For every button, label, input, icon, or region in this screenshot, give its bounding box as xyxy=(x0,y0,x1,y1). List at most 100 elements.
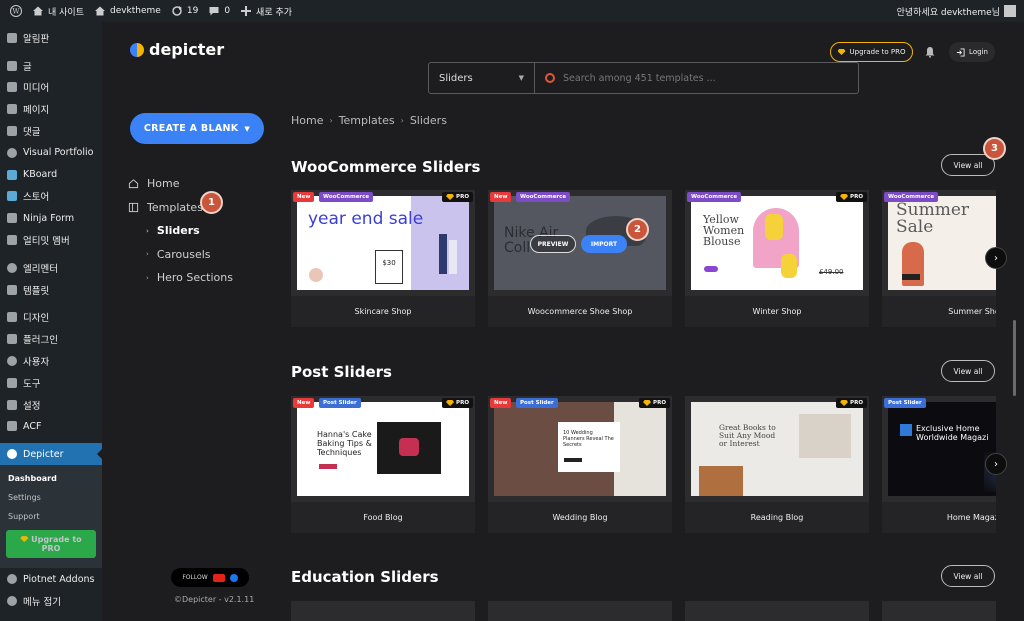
menu-store[interactable]: 스토어 xyxy=(0,186,102,208)
depicter-logo-icon xyxy=(130,42,144,57)
pro-badge: PRO xyxy=(836,192,867,202)
house-icon xyxy=(94,6,105,16)
template-card-hovered[interactable]: Nike Air Coll New WooCommerce PREVIEW IM… xyxy=(488,190,672,327)
template-card[interactable]: Great Books to Suit Any Mood or Interest… xyxy=(685,396,869,533)
follow-bar: FOLLOW xyxy=(171,568,249,587)
depicter-app: depicter Upgrade to PRO Login Sliders ▼ … xyxy=(102,22,1024,621)
category-badge: WooCommerce xyxy=(319,192,374,202)
login-button[interactable]: Login xyxy=(949,42,995,62)
education-row xyxy=(291,601,996,621)
category-badge: Post Slider xyxy=(884,398,926,408)
breadcrumb-sliders: Sliders xyxy=(409,114,447,127)
template-card[interactable] xyxy=(291,601,475,621)
view-all-education-button[interactable]: View all xyxy=(941,565,995,587)
next-arrow-button[interactable]: › xyxy=(985,247,1007,269)
page-scrollbar[interactable] xyxy=(1013,320,1016,396)
template-card[interactable]: year end sale $30 New WooCommerce PRO Sk… xyxy=(291,190,475,327)
settings-icon xyxy=(7,399,17,410)
menu-templates[interactable]: 템플릿 xyxy=(0,279,102,301)
theme-link[interactable]: devktheme xyxy=(94,5,161,17)
wordpress-logo-icon[interactable]: W xyxy=(10,5,22,17)
breadcrumb-home[interactable]: Home xyxy=(291,114,323,127)
submenu-dashboard[interactable]: Dashboard xyxy=(0,469,102,488)
chevron-right-icon: › xyxy=(329,116,333,125)
import-button[interactable]: IMPORT xyxy=(581,235,627,253)
template-card[interactable] xyxy=(488,601,672,621)
chevron-right-icon: › xyxy=(994,252,998,264)
section-title-post: Post Sliders xyxy=(291,363,392,381)
template-name: Summer Sho xyxy=(882,296,996,327)
breadcrumb: Home › Templates › Sliders xyxy=(291,114,447,127)
slide-headline: Yellow Women Blouse xyxy=(703,213,745,248)
menu-acf[interactable]: ACF xyxy=(0,416,102,438)
menu-comments[interactable]: 댓글 xyxy=(0,120,102,142)
gem-icon xyxy=(643,400,652,406)
menu-piotnet-addons[interactable]: Piotnet Addons xyxy=(0,568,102,590)
category-badge: Post Slider xyxy=(516,398,558,408)
new-content-link[interactable]: 새로 추가 xyxy=(240,5,292,18)
menu-pages[interactable]: 페이지 xyxy=(0,98,102,120)
site-name: 내 사이트 xyxy=(48,7,84,18)
template-card[interactable] xyxy=(882,601,996,621)
sidebar-upgrade-button[interactable]: Upgrade to PRO xyxy=(6,530,96,559)
bell-icon[interactable] xyxy=(924,46,936,58)
nav-carousels[interactable]: › Carousels xyxy=(128,243,233,267)
nav-sliders[interactable]: › Sliders xyxy=(128,219,233,243)
preview-button[interactable]: PREVIEW xyxy=(530,235,576,253)
template-thumbnail: Nike Air Coll xyxy=(494,196,666,290)
submenu-support[interactable]: Support xyxy=(0,507,102,526)
pin-icon xyxy=(7,60,17,71)
menu-appearance[interactable]: 디자인 xyxy=(0,307,102,329)
my-account[interactable]: 안녕하세요 devktheme님 xyxy=(897,5,1016,18)
refresh-icon xyxy=(172,6,182,16)
youtube-icon[interactable] xyxy=(212,573,225,582)
breadcrumb-templates[interactable]: Templates xyxy=(339,114,395,127)
menu-media[interactable]: 미디어 xyxy=(0,77,102,99)
template-card[interactable]: Summer Sale WooCommerce Summer Sho xyxy=(882,190,996,327)
search-input[interactable]: Search among 451 templates ... xyxy=(535,73,858,84)
submenu-settings[interactable]: Settings xyxy=(0,488,102,507)
menu-settings[interactable]: 설정 xyxy=(0,394,102,416)
template-card[interactable]: Yellow Women Blouse £49.00 WooCommerce P… xyxy=(685,190,869,327)
template-card[interactable]: Hanna's Cake Baking Tips & Techniques Ne… xyxy=(291,396,475,533)
menu-tools[interactable]: 도구 xyxy=(0,372,102,394)
category-select[interactable]: Sliders ▼ xyxy=(429,63,535,93)
nav-hero-sections[interactable]: › Hero Sections xyxy=(128,266,233,290)
menu-ultimate-member[interactable]: 얼티밋 멤버 xyxy=(0,229,102,251)
menu-users[interactable]: 사용자 xyxy=(0,350,102,372)
next-arrow-button[interactable]: › xyxy=(985,453,1007,475)
comment-icon xyxy=(7,126,17,137)
dashboard-icon xyxy=(7,32,17,43)
collapse-icon xyxy=(7,595,17,606)
menu-ninja-form[interactable]: Ninja Form xyxy=(0,207,102,229)
updates-link[interactable]: 19 xyxy=(171,5,198,17)
menu-collapse[interactable]: 메뉴 접기 xyxy=(0,590,102,612)
menu-visual-portfolio[interactable]: Visual Portfolio xyxy=(0,142,102,164)
plus-icon xyxy=(241,6,252,16)
home-icon xyxy=(128,179,139,189)
menu-kboard[interactable]: KBoard xyxy=(0,164,102,186)
template-card[interactable] xyxy=(685,601,869,621)
depicter-logo[interactable]: depicter xyxy=(130,40,224,59)
template-card[interactable]: 10 Wedding Planners Reveal The Secrets N… xyxy=(488,396,672,533)
home-icon xyxy=(33,6,43,16)
upgrade-button[interactable]: Upgrade to PRO xyxy=(830,42,913,62)
slide-headline: Great Books to Suit Any Mood or Interest xyxy=(719,423,776,448)
chevron-right-icon: › xyxy=(146,226,149,235)
facebook-icon[interactable] xyxy=(229,573,238,582)
pro-badge: PRO xyxy=(836,398,867,408)
comments-link[interactable]: 0 xyxy=(208,5,230,17)
template-card[interactable]: Exclusive Home Worldwide Magazi Post Sli… xyxy=(882,396,996,533)
template-name: Reading Blog xyxy=(685,502,869,533)
form-icon xyxy=(7,213,17,224)
menu-plugins[interactable]: 플러그인 xyxy=(0,328,102,350)
menu-depicter[interactable]: Depicter xyxy=(0,443,103,466)
view-all-post-button[interactable]: View all xyxy=(941,360,995,382)
site-name-link[interactable]: 내 사이트 xyxy=(32,5,84,18)
menu-dashboard[interactable]: 알림판 xyxy=(0,27,102,49)
template-name: Woocommerce Shoe Shop xyxy=(488,296,672,327)
create-blank-button[interactable]: CREATE A BLANK ▼ xyxy=(130,113,264,144)
menu-elementor[interactable]: 엘리멘터 xyxy=(0,257,102,279)
menu-posts[interactable]: 글 xyxy=(0,55,102,77)
caret-down-icon: ▼ xyxy=(244,124,251,133)
